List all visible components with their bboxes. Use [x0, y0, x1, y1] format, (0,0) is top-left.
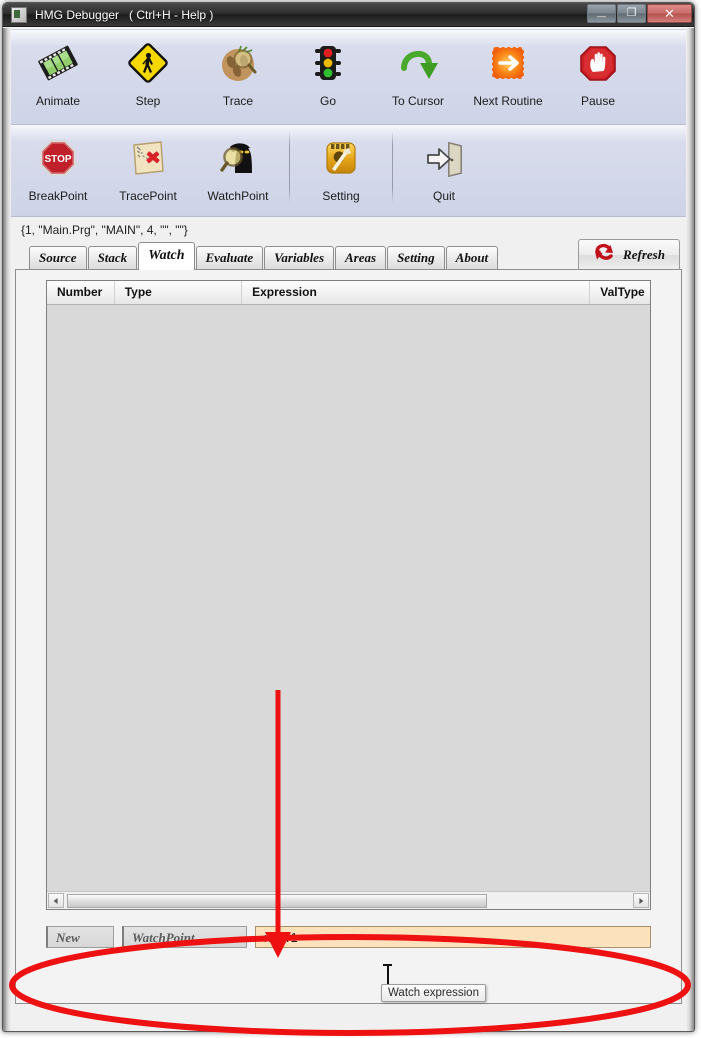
toolbar-label: WatchPoint	[207, 189, 269, 203]
pedestrian-sign-icon	[123, 38, 173, 88]
tab-about[interactable]: About	[445, 246, 499, 269]
toolbar-button-quit[interactable]: Quit	[399, 125, 489, 203]
toolbar-button-trace[interactable]: Trace	[193, 30, 283, 108]
watch-listview-body[interactable]	[47, 305, 650, 891]
tooltip: Watch expression	[381, 984, 486, 1002]
toolbar-separator	[289, 131, 290, 203]
tab-watch[interactable]: Watch	[138, 242, 195, 270]
toolbar-label: BreakPoint	[28, 189, 88, 203]
scroll-left-arrow-icon[interactable]	[48, 893, 64, 908]
toolbar-button-pause[interactable]: Pause	[553, 30, 643, 108]
tab-areas[interactable]: Areas	[335, 246, 387, 269]
column-header-type[interactable]: Type	[115, 281, 243, 304]
map-red-x-icon	[123, 133, 173, 183]
toolbar-separator-2	[392, 131, 393, 203]
watch-listview-hscrollbar[interactable]	[47, 891, 650, 909]
toolbar-grip-2[interactable]	[6, 128, 11, 213]
watch-listview-header: Number Type Expression ValType	[47, 281, 650, 305]
toolbar-button-watchpoint[interactable]: WatchPoint	[193, 125, 283, 203]
exit-door-icon	[419, 133, 469, 183]
tab-variables[interactable]: Variables	[264, 246, 335, 269]
toolbar-label: Setting	[322, 189, 360, 203]
toolbar-button-next-routine[interactable]: Next Routine	[463, 30, 553, 108]
tab-evaluate[interactable]: Evaluate	[195, 246, 264, 269]
stop-sign-icon: STOP	[33, 133, 83, 183]
tab-stack[interactable]: Stack	[87, 246, 138, 269]
minimize-button[interactable]: —	[587, 4, 616, 23]
toolbar-button-go[interactable]: Go	[283, 30, 373, 108]
traffic-light-icon	[303, 38, 353, 88]
minimize-icon: —	[597, 11, 606, 21]
toolbar-row-secondary: STOP BreakPoint TracePoint WatchPoint Se…	[3, 125, 694, 217]
title-bar: HMG Debugger ( Ctrl+H - Help ) — ❐ ✕	[3, 3, 694, 27]
toolbar-button-tracepoint[interactable]: TracePoint	[103, 125, 193, 203]
refresh-label: Refresh	[623, 247, 665, 262]
maximize-icon: ❐	[626, 7, 637, 19]
debugger-window: HMG Debugger ( Ctrl+H - Help ) — ❐ ✕ Ani…	[2, 2, 695, 1032]
refresh-arrow-icon	[593, 243, 615, 268]
app-icon	[11, 6, 27, 23]
toolbar-button-breakpoint[interactable]: STOP BreakPoint	[13, 125, 103, 203]
close-icon: ✕	[664, 6, 675, 21]
toolbar-label: Step	[135, 94, 161, 108]
scroll-right-arrow-icon[interactable]	[633, 893, 649, 908]
column-header-valtype[interactable]: ValType	[590, 281, 650, 304]
toolbar-button-setting[interactable]: Setting	[296, 125, 386, 203]
watch-entry-row: New WatchPoint nVar1	[46, 925, 651, 949]
column-header-number[interactable]: Number	[47, 281, 115, 304]
new-button[interactable]: New	[46, 926, 114, 948]
text-cursor-icon	[383, 964, 392, 986]
tab-bar: Source Stack Watch Evaluate Variables Ar…	[3, 239, 694, 271]
film-strip-icon	[33, 38, 83, 88]
maximize-button[interactable]: ❐	[617, 4, 646, 23]
footprints-magnifier-icon	[213, 38, 263, 88]
toolbar-label: TracePoint	[119, 189, 177, 203]
toolbar-label: Go	[319, 94, 336, 108]
watch-expression-input[interactable]: nVar1	[255, 926, 651, 948]
toolbar-label: To Cursor	[391, 94, 444, 108]
svg-text:STOP: STOP	[44, 154, 71, 165]
green-curved-arrow-icon	[393, 38, 443, 88]
toolbar-button-animate[interactable]: Animate	[13, 30, 103, 108]
column-header-expression[interactable]: Expression	[242, 281, 591, 304]
toolbar-label: Trace	[222, 94, 254, 108]
window-title: HMG Debugger ( Ctrl+H - Help )	[35, 7, 214, 22]
window-controls: — ❐ ✕	[586, 4, 692, 23]
scrollbar-thumb[interactable]	[67, 893, 487, 908]
toolbar-button-to-cursor[interactable]: To Cursor	[373, 30, 463, 108]
toolbar-label: Animate	[35, 94, 81, 108]
refresh-button[interactable]: Refresh	[578, 239, 680, 271]
toolbar-label: Next Routine	[473, 94, 543, 108]
toolbar-button-step[interactable]: Step	[103, 30, 193, 108]
orange-arrow-stamp-icon	[483, 38, 533, 88]
tab-source[interactable]: Source	[29, 246, 87, 269]
toolbars: Animate Step Trace Go To Cursor Next Rou…	[3, 27, 694, 217]
hammer-gear-icon	[316, 133, 366, 183]
toolbar-label: Pause	[580, 94, 616, 108]
toolbar-grip[interactable]	[6, 33, 11, 121]
toolbar-label: Quit	[432, 189, 455, 203]
watch-listview[interactable]: Number Type Expression ValType	[46, 280, 651, 910]
close-button[interactable]: ✕	[647, 4, 692, 23]
spy-magnifier-icon	[213, 133, 263, 183]
watchpoint-type-button[interactable]: WatchPoint	[122, 926, 247, 948]
toolbar-row-primary: Animate Step Trace Go To Cursor Next Rou…	[3, 29, 694, 125]
tab-setting[interactable]: Setting	[387, 246, 445, 269]
watch-tab-page: Number Type Expression ValType New Watch…	[15, 269, 682, 1004]
desktop-background: HMG Debugger ( Ctrl+H - Help ) — ❐ ✕ Ani…	[0, 0, 701, 1038]
stop-hand-icon	[573, 38, 623, 88]
